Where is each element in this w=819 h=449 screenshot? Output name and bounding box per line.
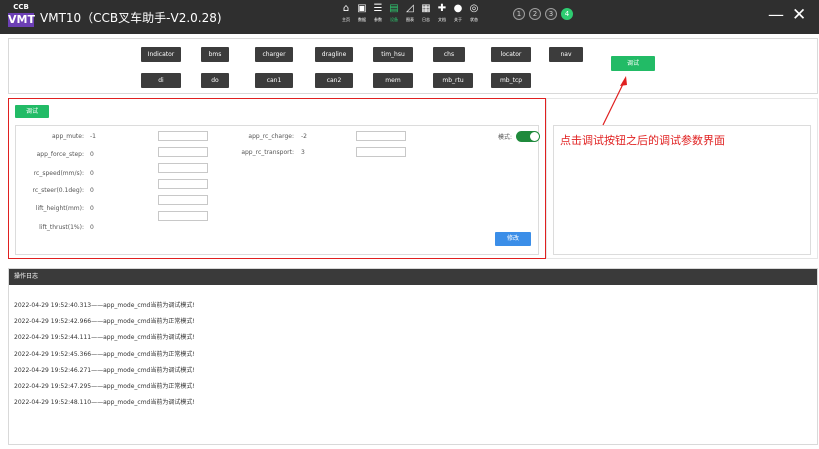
nav-item-7[interactable]: ✚ 文档 bbox=[434, 3, 450, 23]
param-label: lift_height(mm): bbox=[35, 205, 84, 212]
param-value: 0 bbox=[90, 170, 94, 177]
step-4[interactable]: 4 bbox=[561, 8, 573, 20]
annotation-text: 点击调试按钮之后的调试参数界面 bbox=[560, 134, 725, 147]
param-value: 0 bbox=[90, 224, 94, 231]
module-chip-nav[interactable]: nav bbox=[549, 47, 583, 62]
toggle-knob bbox=[530, 132, 539, 141]
module-chip-bms[interactable]: bms bbox=[201, 47, 229, 62]
log-panel: 操作日志 2022-04-29 19:52:40.313——app_mode_c… bbox=[8, 268, 818, 445]
nav-item-6[interactable]: ▦ 日志 bbox=[418, 3, 434, 23]
main-nav: ⌂ 主页 ▣ 数据 ☰ 参数 ▤ 设备 ◿ 图表 ▦ 日志 ✚ 文档 ● 关于 ◎ 状态 bbox=[338, 3, 482, 23]
module-chip-dragline[interactable]: dragline bbox=[315, 47, 353, 62]
sliders-icon: ☰ bbox=[373, 3, 383, 14]
param-value: -1 bbox=[90, 133, 96, 140]
module-chip-locator[interactable]: locator bbox=[491, 47, 531, 62]
param-value: 0 bbox=[90, 205, 94, 212]
param-value: 3 bbox=[301, 149, 305, 156]
mode-toggle[interactable] bbox=[516, 131, 540, 142]
title-bar: CCB VMT VMT10（CCB叉车助手-V2.0.28) ⌂ 主页 ▣ 数据 ☰ 参数… bbox=[0, 0, 819, 34]
app-title: VMT10（CCB叉车助手-V2.0.28) bbox=[40, 11, 222, 25]
home-icon: ⌂ bbox=[342, 3, 350, 14]
logo-bottom-text: VMT bbox=[8, 13, 35, 27]
nav-label: 状态 bbox=[470, 17, 478, 22]
param-input[interactable] bbox=[158, 195, 208, 205]
right-panel bbox=[546, 98, 818, 259]
param-label: app_rc_transport: bbox=[241, 149, 294, 156]
log-line: 2022-04-29 19:52:42.966——app_mode_cmd当前为… bbox=[14, 318, 195, 326]
log-icon: ▦ bbox=[421, 3, 431, 14]
step-2[interactable]: 2 bbox=[529, 8, 541, 20]
nav-item-3[interactable]: ☰ 参数 bbox=[370, 3, 386, 23]
module-chip-charger[interactable]: charger bbox=[255, 47, 293, 62]
param-input[interactable] bbox=[158, 131, 208, 141]
monitor-icon: ▣ bbox=[357, 3, 367, 14]
nav-item-9[interactable]: ◎ 状态 bbox=[466, 3, 482, 23]
param-value: 0 bbox=[90, 187, 94, 194]
modify-button[interactable]: 修改 bbox=[495, 232, 531, 246]
module-chip-do[interactable]: do bbox=[201, 73, 229, 88]
log-line: 2022-04-29 19:52:40.313——app_mode_cmd当前为… bbox=[14, 302, 195, 309]
param-label: app_rc_charge: bbox=[248, 133, 294, 140]
module-chip-indicator[interactable]: Indicator bbox=[141, 47, 181, 62]
param-input[interactable] bbox=[158, 147, 208, 157]
nav-label: 关于 bbox=[454, 17, 462, 22]
nav-label: 主页 bbox=[342, 17, 350, 22]
info-icon: ● bbox=[453, 3, 463, 14]
param-input[interactable] bbox=[158, 163, 208, 173]
module-chip-mb-rtu[interactable]: mb_rtu bbox=[433, 73, 473, 88]
module-chip-mem[interactable]: mem bbox=[373, 73, 413, 88]
param-label: app_mute: bbox=[51, 133, 84, 140]
nav-item-2[interactable]: ▣ 数据 bbox=[354, 3, 370, 23]
nav-item-4[interactable]: ▤ 设备 bbox=[386, 3, 402, 23]
log-line: 2022-04-29 19:52:46.271——app_mode_cmd当前为… bbox=[14, 366, 195, 374]
param-label: app_force_step: bbox=[36, 151, 84, 158]
module-chip-chs[interactable]: chs bbox=[433, 47, 465, 62]
param-label: lift_thrust(1%): bbox=[39, 224, 84, 231]
nav-label: 文档 bbox=[438, 17, 446, 22]
param-value: 0 bbox=[90, 151, 94, 158]
document-icon: ✚ bbox=[437, 3, 447, 14]
log-line: 2022-04-29 19:52:47.295——app_mode_cmd当前为… bbox=[14, 383, 195, 390]
close-button[interactable]: ✕ bbox=[792, 5, 806, 25]
chart-icon: ◿ bbox=[406, 3, 414, 14]
minimize-button[interactable]: — bbox=[768, 6, 784, 24]
nav-label: 设备 bbox=[390, 17, 398, 22]
nav-label: 图表 bbox=[406, 17, 414, 22]
param-input[interactable] bbox=[158, 179, 208, 189]
nav-item-1[interactable]: ⌂ 主页 bbox=[338, 3, 354, 23]
param-input[interactable] bbox=[158, 211, 208, 221]
nav-item-8[interactable]: ● 关于 bbox=[450, 3, 466, 23]
app-logo: CCB VMT bbox=[8, 3, 35, 31]
debug-params-panel: 调试 模式: 修改 app_mute: -1 app_force_step: 0 rc_… bbox=[8, 98, 546, 259]
params-box: 模式: 修改 app_mute: -1 app_force_step: 0 rc_spe… bbox=[15, 125, 540, 255]
param-input[interactable] bbox=[356, 147, 406, 157]
log-line: 2022-04-29 19:52:45.366——app_mode_cmd当前为… bbox=[14, 350, 195, 358]
debug-tab-button[interactable]: 调试 bbox=[15, 105, 49, 118]
module-chip-can1[interactable]: can1 bbox=[255, 73, 293, 88]
log-line: 2022-04-29 19:52:44.111——app_mode_cmd当前为… bbox=[14, 334, 195, 342]
param-label: rc_steer(0.1deg): bbox=[32, 187, 84, 194]
nav-label: 数据 bbox=[358, 17, 366, 22]
status-icon: ◎ bbox=[469, 3, 479, 14]
param-input[interactable] bbox=[356, 131, 406, 141]
nav-label: 参数 bbox=[374, 17, 382, 22]
module-chip-di[interactable]: di bbox=[141, 73, 181, 88]
module-panel: 调试 Indicator bms charger dragline tim_hsu chs… bbox=[8, 38, 818, 94]
step-3[interactable]: 3 bbox=[545, 8, 557, 20]
nav-item-5[interactable]: ◿ 图表 bbox=[402, 3, 418, 23]
mode-label: 模式: bbox=[498, 134, 513, 141]
logo-top-text: CCB bbox=[13, 3, 29, 11]
log-header: 操作日志 bbox=[9, 269, 817, 285]
module-chip-can2[interactable]: can2 bbox=[315, 73, 353, 88]
device-icon: ▤ bbox=[389, 3, 399, 14]
step-1[interactable]: 1 bbox=[513, 8, 525, 20]
log-line: 2022-04-29 19:52:48.110——app_mode_cmd当前为… bbox=[14, 399, 195, 407]
step-indicator: 1234 bbox=[513, 8, 573, 20]
module-chip-tim-hsu[interactable]: tim_hsu bbox=[373, 47, 413, 62]
param-label: rc_speed(mm/s): bbox=[33, 170, 84, 177]
nav-label: 日志 bbox=[422, 17, 430, 22]
module-chip-mb-tcp[interactable]: mb_tcp bbox=[491, 73, 531, 88]
debug-button[interactable]: 调试 bbox=[611, 56, 655, 71]
param-value: -2 bbox=[301, 133, 307, 140]
